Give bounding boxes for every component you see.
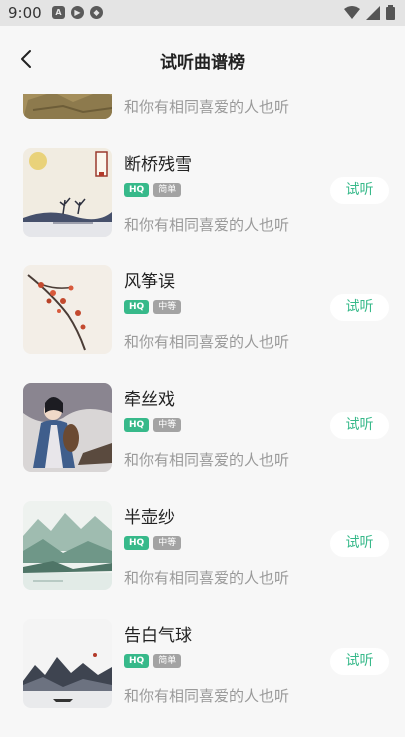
app-notification-icon: A — [52, 6, 65, 19]
battery-icon — [386, 5, 395, 20]
song-tags: HQ 简单 — [124, 183, 182, 197]
hq-badge: HQ — [124, 183, 150, 197]
hq-badge: HQ — [124, 654, 150, 668]
hq-badge: HQ — [124, 300, 150, 314]
preview-button[interactable]: 试听 — [330, 177, 389, 204]
song-description: 和你有相同喜爱的人也听 — [124, 216, 290, 234]
notification-icons: A ▶ ◆ — [52, 6, 103, 19]
difficulty-badge: 中等 — [153, 300, 182, 314]
song-title: 断桥残雪 — [124, 155, 192, 175]
wifi-icon — [344, 5, 360, 19]
song-title: 半壶纱 — [124, 508, 175, 528]
difficulty-badge: 简单 — [153, 654, 182, 668]
song-description: 和你有相同喜爱的人也听 — [124, 687, 290, 705]
song-tags: HQ 简单 — [124, 654, 182, 668]
list-item[interactable]: 半壶纱 HQ 中等 和你有相同喜爱的人也听 试听 — [0, 501, 405, 619]
app-header: 试听曲谱榜 — [0, 26, 405, 94]
song-tags: HQ 中等 — [124, 300, 182, 314]
song-cover-image — [23, 619, 112, 708]
preview-button[interactable]: 试听 — [330, 294, 389, 321]
song-cover-image — [23, 148, 112, 237]
song-description: 和你有相同喜爱的人也听 — [124, 569, 290, 587]
list-item[interactable]: 牵丝戏 HQ 中等 和你有相同喜爱的人也听 试听 — [0, 383, 405, 501]
list-item[interactable]: 告白气球 HQ 简单 和你有相同喜爱的人也听 试听 — [0, 619, 405, 737]
song-tags: HQ 中等 — [124, 418, 182, 432]
song-title: 风筝误 — [124, 272, 175, 292]
song-description: 和你有相同喜爱的人也听 — [124, 98, 290, 116]
song-title: 牵丝戏 — [124, 390, 175, 410]
difficulty-badge: 简单 — [153, 183, 182, 197]
difficulty-badge: 中等 — [153, 418, 182, 432]
list-item[interactable]: 断桥残雪 HQ 简单 和你有相同喜爱的人也听 试听 — [0, 148, 405, 266]
song-description: 和你有相同喜爱的人也听 — [124, 333, 290, 351]
song-cover-image — [23, 501, 112, 590]
preview-button[interactable]: 试听 — [330, 412, 389, 439]
difficulty-badge: 中等 — [153, 536, 182, 550]
signal-icon — [366, 5, 380, 20]
song-tags: HQ 中等 — [124, 536, 182, 550]
song-description: 和你有相同喜爱的人也听 — [124, 451, 290, 469]
status-time: 9:00 — [8, 4, 42, 22]
song-cover-image — [23, 265, 112, 354]
hq-badge: HQ — [124, 536, 150, 550]
system-icons — [344, 5, 395, 20]
preview-button[interactable]: 试听 — [330, 648, 389, 675]
song-cover-image — [23, 383, 112, 472]
hq-badge: HQ — [124, 418, 150, 432]
play-notification-icon: ▶ — [71, 6, 84, 19]
status-bar: 9:00 A ▶ ◆ — [0, 0, 405, 26]
song-title: 告白气球 — [124, 626, 192, 646]
preview-button[interactable]: 试听 — [330, 530, 389, 557]
page-title: 试听曲谱榜 — [160, 53, 245, 73]
list-item[interactable]: 风筝误 HQ 中等 和你有相同喜爱的人也听 试听 — [0, 265, 405, 383]
shield-notification-icon: ◆ — [90, 6, 103, 19]
